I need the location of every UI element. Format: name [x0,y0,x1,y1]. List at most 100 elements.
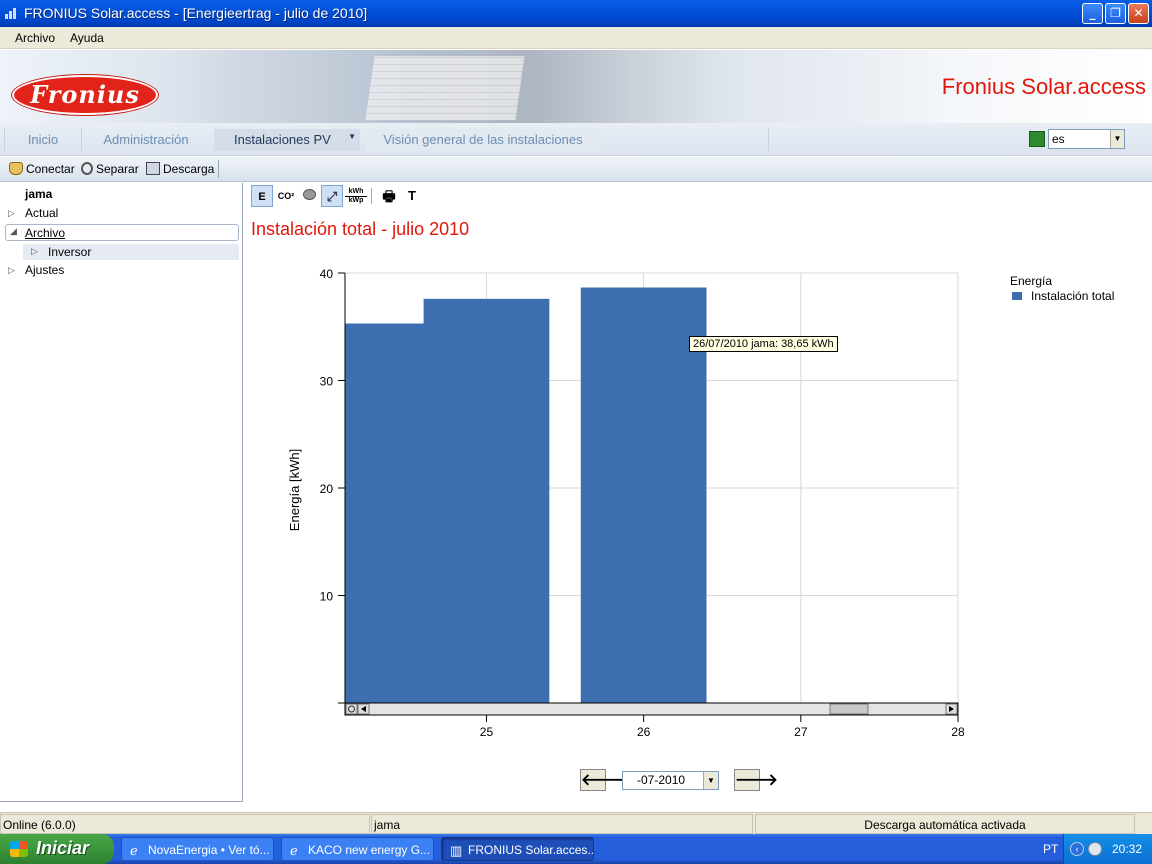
window-title: FRONIUS Solar.access - [Energieertrag - … [24,5,368,21]
tab-administracion[interactable]: Administración [90,129,202,151]
x-tick-label: 28 [951,725,965,739]
tree-item-archivo-row[interactable]: ◢ Archivo [5,224,239,241]
connection-toolbar: Conectar Separar Descarga [0,157,1152,182]
chart-bars [345,287,707,703]
taskbar-item-active[interactable]: ▥ FRONIUS Solar.acces... [441,837,594,861]
connect-label: Conectar [26,162,75,176]
disconnect-button[interactable]: Separar [81,162,139,176]
expand-icon[interactable]: ▷ [31,247,38,257]
connect-button[interactable]: Conectar [9,162,75,176]
bar [345,323,432,703]
taskbar-item[interactable]: ℯ NovaEnergia • Ver tó... [121,837,274,861]
tab-vision-general[interactable]: Visión general de las instalaciones [366,129,600,151]
status-message: Descarga automática activada [755,814,1135,834]
y-tick-label: 20 [320,482,334,496]
chart-panel: E CO² ⤢ kWh kWp 🖶 T Instalación total - … [245,183,1152,802]
expand-icon[interactable]: ▷ [8,266,15,276]
nav-separator [81,128,82,152]
restore-icon[interactable]: ❐ [1105,3,1126,24]
brand-title: Fronius Solar.access [941,74,1146,99]
download-label: Descarga [163,162,215,176]
tree-item-archivo: Archivo [25,226,66,240]
language-icon [1029,131,1045,147]
banner-blueprint [365,56,525,120]
status-bar: Online (6.0.0) jama Descarga automática … [0,812,1152,834]
menu-archivo[interactable]: Archivo [15,31,55,45]
tray-app-icon[interactable] [1088,842,1102,856]
language-select[interactable]: es ▼ [1048,129,1125,149]
toolbar-separator [218,160,219,178]
taskbar-item-label: NovaEnergia • Ver tó... [148,843,270,857]
close-icon[interactable]: ✕ [1128,3,1149,24]
taskbar-item-label: KACO new energy G... [308,843,431,857]
start-label: Iniciar [36,838,90,858]
bar [423,298,550,703]
expand-icon[interactable]: ▷ [8,209,15,219]
fronius-logo: Fronius [12,75,158,115]
app-chart-icon: ▥ [450,843,463,858]
bar [580,287,707,703]
y-tick-label: 30 [320,375,334,389]
nav-separator [4,128,5,152]
ie-icon: ℯ [290,843,298,858]
bar-tooltip: 26/07/2010 jama: 38,65 kWh [689,336,838,352]
legend-item: Instalación total [1012,289,1114,303]
chevron-down-icon[interactable]: ▼ [703,772,718,789]
disconnect-label: Separar [96,162,139,176]
download-button[interactable]: Descarga [146,162,214,176]
collapse-icon[interactable]: ◢ [10,227,17,237]
title-bar: FRONIUS Solar.access - [Energieertrag - … [0,0,1152,27]
y-tick-label: 40 [320,267,334,281]
start-button[interactable]: Iniciar [0,834,114,864]
main-navigation: Inicio Administración Instalaciones PV ▼… [0,123,1152,156]
banner-photo [170,50,970,123]
period-select[interactable]: -07-2010 ▼ [622,771,719,790]
status-user: jama [371,814,753,834]
windows-logo-icon [10,841,28,857]
chevron-down-icon[interactable]: ▼ [348,132,356,141]
clock: 20:32 [1112,842,1143,856]
status-online: Online (6.0.0) [0,814,370,834]
nav-separator [768,128,769,152]
navigation-tree: jama ▷ Actual ◢ Archivo ▷ Inversor ▷ Aju… [0,183,243,802]
ie-icon: ℯ [130,843,138,858]
unplug-icon [81,162,93,175]
legend-label: Instalación total [1031,289,1115,303]
tree-item-ajustes[interactable]: Ajustes [25,263,64,277]
tray-arrow-icon[interactable]: ‹ [1070,842,1084,856]
tab-instalaciones-pv-label: Instalaciones PV [234,132,331,147]
x-tick-label: 25 [480,725,494,739]
system-tray: ‹ 20:32 [1063,834,1152,864]
menu-ayuda[interactable]: Ayuda [70,31,104,45]
taskbar-item-label: FRONIUS Solar.acces... [468,843,594,857]
tree-item-inversor-row[interactable]: ▷ Inversor [23,244,239,260]
bar-chart: 10 20 30 40 25 26 27 28 Energía [kWh] [287,267,965,739]
x-tick-label: 26 [637,725,651,739]
x-tick-label: 27 [794,725,808,739]
download-icon [146,162,160,175]
scroll-thumb [829,703,869,715]
app-icon [5,8,16,19]
tab-inicio[interactable]: Inicio [10,129,76,151]
phone-icon [9,162,23,175]
tree-item-actual[interactable]: Actual [25,206,58,220]
tree-item-inversor: Inversor [48,245,92,259]
chevron-down-icon[interactable]: ▼ [1110,130,1124,148]
language-indicator[interactable]: PT [1043,842,1058,856]
legend-title: Energía [1010,274,1053,288]
y-axis-label: Energía [kWh] [287,449,302,531]
previous-period-button[interactable]: 🡐 [580,769,624,791]
language-value: es [1052,132,1065,146]
app-window: FRONIUS Solar.access - [Energieertrag - … [0,0,1152,834]
header-banner: Fronius Fronius Solar.access [0,50,1152,123]
menu-bar: Archivo Ayuda [0,27,1152,49]
tab-instalaciones-pv[interactable]: Instalaciones PV ▼ [214,129,360,151]
windows-taskbar: Iniciar ℯ NovaEnergia • Ver tó... ℯ KACO n… [0,834,1152,864]
tree-root[interactable]: jama [25,187,52,201]
y-tick-label: 10 [320,590,334,604]
minimize-icon[interactable]: _ [1082,3,1103,24]
legend-swatch [1012,292,1022,300]
period-value: -07-2010 [637,773,686,787]
next-period-button[interactable]: 🡒 [734,769,778,791]
taskbar-item[interactable]: ℯ KACO new energy G... [281,837,434,861]
